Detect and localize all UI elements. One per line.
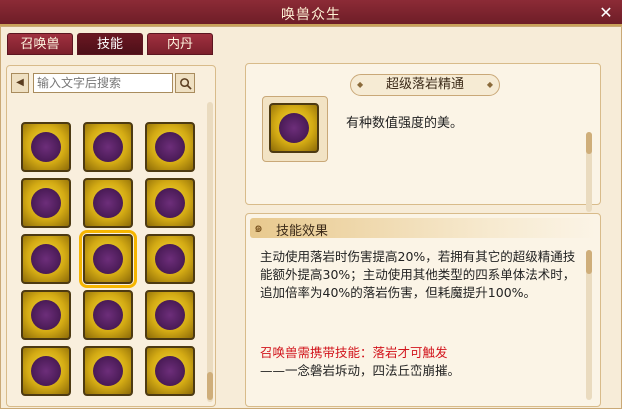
effect-description: 主动使用落岩时伤害提高20%，若拥有其它的超级精通技能额外提高30%；主动使用其…: [260, 249, 576, 300]
fist-skill-icon[interactable]: [79, 230, 137, 288]
selected-skill-frame: [262, 96, 328, 162]
skill-list-panel: ◀: [6, 65, 216, 407]
claw-skill-icon[interactable]: [145, 234, 195, 284]
rock-skill-icon: [269, 103, 319, 153]
axe-skill-icon[interactable]: [145, 346, 195, 396]
hourglass-skill-icon[interactable]: [83, 346, 133, 396]
close-icon[interactable]: ✕: [596, 3, 616, 23]
skill-short-desc: 有种数值强度的美。: [346, 116, 464, 131]
storm-skill-icon[interactable]: [145, 178, 195, 228]
search-input[interactable]: [33, 73, 173, 93]
tab-bar: 召唤兽 技能 内丹: [7, 33, 213, 55]
scrollbar-thumb[interactable]: [586, 132, 592, 154]
skill-name: 超级落岩精通: [350, 74, 500, 96]
scrollbar-thumb[interactable]: [586, 250, 592, 274]
skill-info-panel: 超级落岩精通 有种数值强度的美。: [245, 63, 601, 212]
skill-effect-panel: ๑ 技能效果 主动使用落岩时伤害提高20%，若拥有其它的超级精通技能额外提高30…: [245, 213, 601, 407]
stairs-skill-icon[interactable]: [21, 346, 71, 396]
crack-skill-icon[interactable]: [21, 290, 71, 340]
effect-flavor-text: ——一念磐岩坼动，四法丘峦崩摧。: [260, 363, 461, 378]
burst-skill-icon[interactable]: [83, 178, 133, 228]
info-scrollbar[interactable]: [586, 132, 592, 212]
swirl-icon: ๑: [254, 220, 263, 236]
effect-requirement: 召唤兽需携带技能：落岩才可触发: [260, 345, 448, 360]
tab-inner-core[interactable]: 内丹: [147, 33, 213, 55]
skill-grid: [13, 106, 203, 406]
title-bar: 唤兽众生 ✕: [0, 0, 622, 26]
window-title: 唤兽众生: [281, 7, 341, 23]
figure-skill-icon[interactable]: [145, 122, 195, 172]
prev-arrow-icon[interactable]: ◀: [11, 73, 29, 93]
search-button[interactable]: [175, 73, 195, 93]
effect-header-label: 技能效果: [276, 224, 329, 239]
swirl-skill-icon[interactable]: [21, 178, 71, 228]
wave-skill-icon[interactable]: [83, 290, 133, 340]
chain-skill-icon[interactable]: [145, 290, 195, 340]
effect-header: ๑ 技能效果: [250, 218, 596, 239]
search-row: ◀: [11, 72, 211, 94]
tab-summon[interactable]: 召唤兽: [7, 33, 73, 55]
search-icon: [179, 77, 192, 90]
scrollbar-thumb[interactable]: [207, 372, 213, 400]
tab-skills[interactable]: 技能: [77, 33, 143, 55]
sword-skill-icon[interactable]: [21, 122, 71, 172]
effect-scrollbar[interactable]: [586, 250, 592, 400]
summon-window: 召唤兽 技能 内丹 ◀ 输入文字后搜索 ◆ 超级落岩精通 ◆ 有种数值强度的美。…: [0, 26, 622, 409]
rock-skill-icon[interactable]: [21, 234, 71, 284]
lightning-skill-icon[interactable]: [83, 122, 133, 172]
skill-list-scrollbar[interactable]: [207, 102, 213, 402]
